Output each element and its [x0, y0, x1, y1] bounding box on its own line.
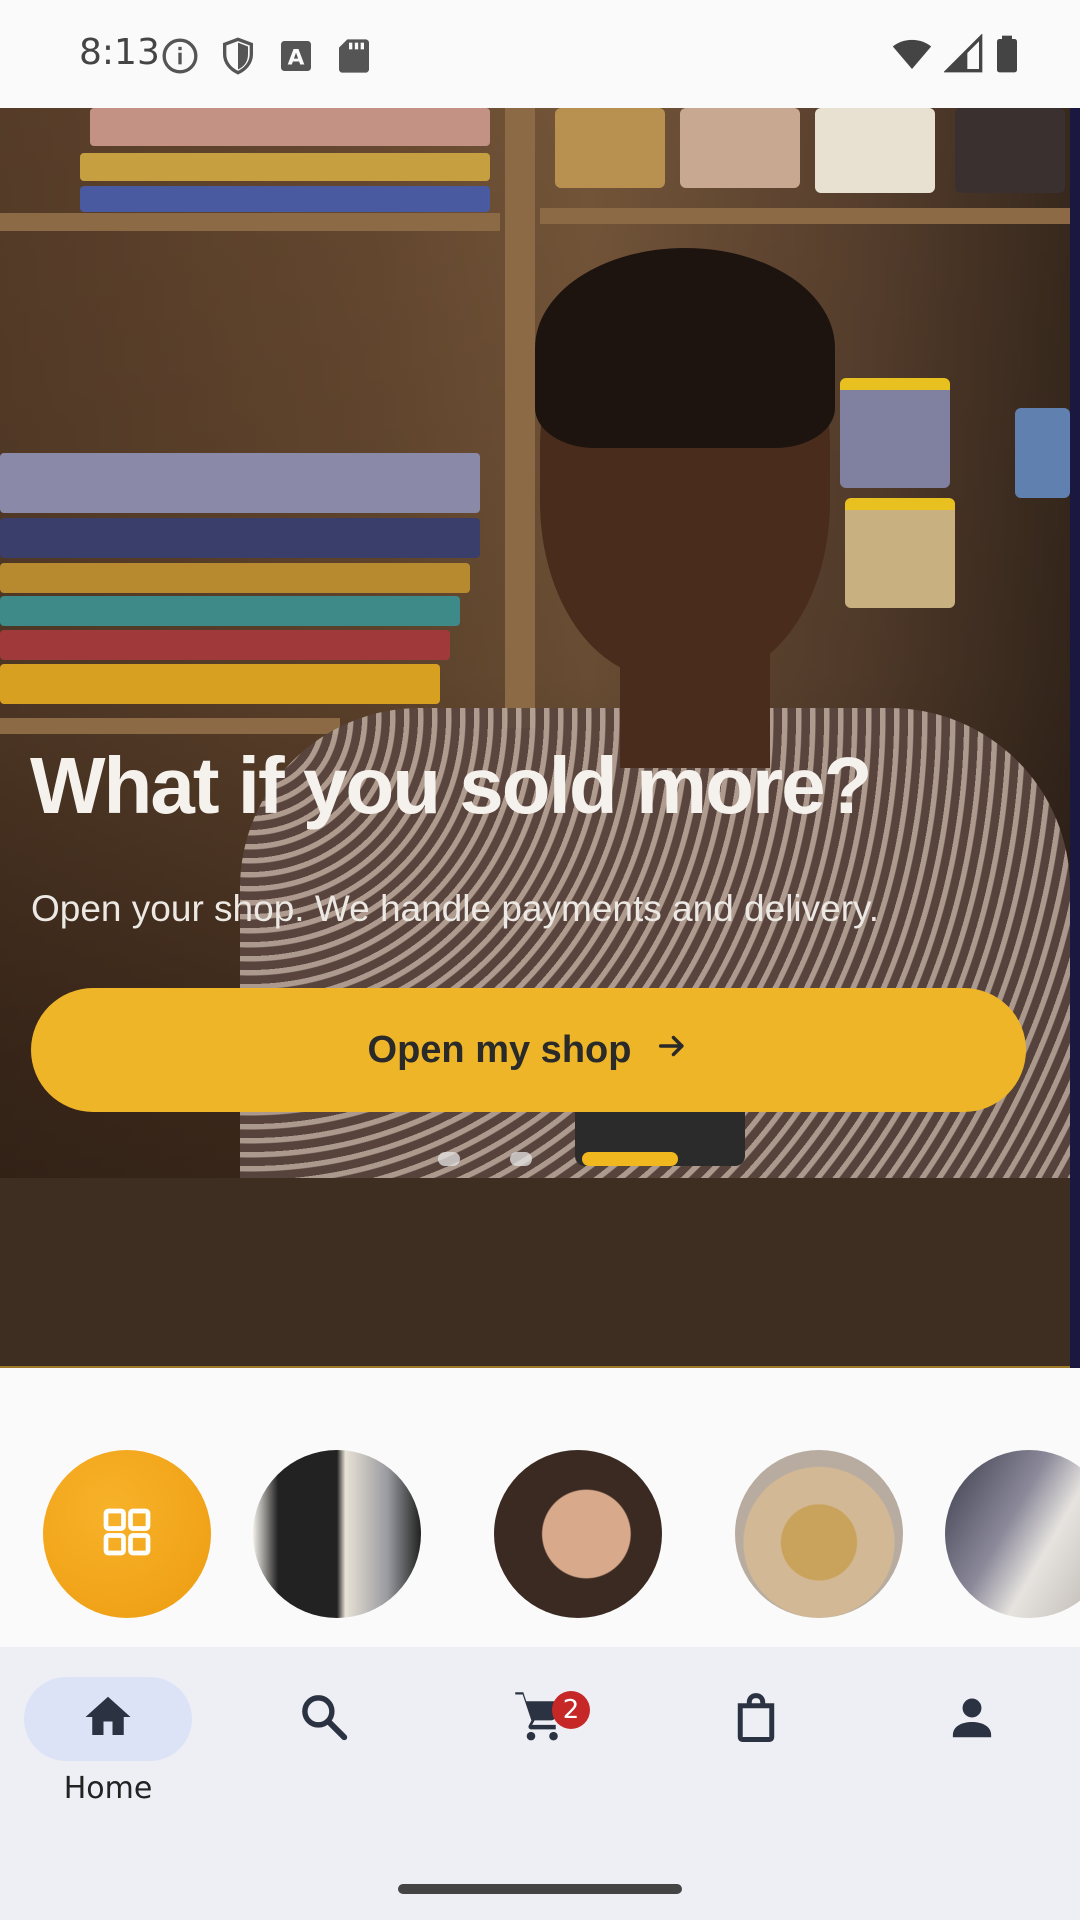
- hero-title: What if you sold more?: [30, 741, 872, 830]
- nav-home-label: Home: [63, 1771, 153, 1806]
- nav-search[interactable]: [240, 1677, 408, 1807]
- svg-text:A: A: [288, 45, 305, 70]
- bottom-navigation: Home 2: [0, 1647, 1080, 1920]
- counter: [0, 1178, 1070, 1368]
- fabric: [80, 186, 490, 212]
- category-necklaces[interactable]: [945, 1450, 1080, 1618]
- carousel-dot[interactable]: [438, 1152, 460, 1166]
- category-all[interactable]: [43, 1450, 211, 1618]
- open-shop-label: Open my shop: [367, 1028, 632, 1071]
- nav-profile[interactable]: [888, 1677, 1056, 1807]
- category-swimwear[interactable]: [253, 1450, 421, 1618]
- fabric: [80, 153, 490, 181]
- carousel-dot-active[interactable]: [582, 1152, 678, 1166]
- fabric: [90, 108, 490, 146]
- wifi-icon: [890, 34, 934, 78]
- shelf: [0, 213, 500, 231]
- nav-cart[interactable]: 2: [456, 1677, 624, 1807]
- fabric: [0, 664, 440, 704]
- category-earrings[interactable]: [494, 1450, 662, 1618]
- fabric: [0, 596, 460, 626]
- shield-icon: [218, 36, 258, 76]
- hero-subtitle: Open your shop. We handle payments and d…: [31, 888, 880, 929]
- shelf-post: [505, 108, 535, 728]
- search-icon: [297, 1690, 351, 1748]
- grid-icon: [99, 1504, 155, 1564]
- jar: [815, 108, 935, 193]
- fabric: [0, 630, 450, 660]
- person-icon: [945, 1690, 999, 1748]
- nav-cart-pill[interactable]: [456, 1677, 624, 1761]
- info-icon: [160, 36, 200, 76]
- jar: [555, 108, 665, 188]
- category-strip[interactable]: [0, 1450, 1080, 1620]
- cart-badge: 2: [552, 1691, 590, 1729]
- nav-profile-pill[interactable]: [888, 1677, 1056, 1761]
- text-a-icon: A: [276, 36, 316, 76]
- fabric: [0, 563, 470, 593]
- nav-home[interactable]: Home: [24, 1677, 192, 1807]
- carousel-dot[interactable]: [510, 1152, 532, 1166]
- home-indicator[interactable]: [398, 1884, 682, 1894]
- carousel-indicator[interactable]: [438, 1152, 678, 1166]
- jar: [840, 378, 950, 488]
- jar: [680, 108, 800, 188]
- nav-orders[interactable]: [672, 1677, 840, 1807]
- cellular-signal-icon: [943, 33, 984, 78]
- sd-card-icon: [334, 36, 374, 76]
- arrow-right-icon: [655, 1029, 689, 1072]
- person-hair: [535, 248, 835, 448]
- category-bracelets[interactable]: [735, 1450, 903, 1618]
- home-icon: [81, 1690, 135, 1748]
- hero-bottom-line: [0, 1366, 1070, 1368]
- nav-orders-pill[interactable]: [672, 1677, 840, 1761]
- open-shop-button[interactable]: Open my shop: [31, 988, 1026, 1112]
- status-bar: 8:13 A: [0, 0, 1080, 108]
- jar: [845, 498, 955, 608]
- shelf: [540, 208, 1070, 224]
- status-time: 8:13: [79, 32, 160, 73]
- shelf: [0, 718, 340, 734]
- jar: [955, 108, 1065, 193]
- hero-banner[interactable]: [0, 108, 1070, 1368]
- fabric: [0, 518, 480, 558]
- battery-icon: [994, 34, 1020, 78]
- nav-search-pill[interactable]: [240, 1677, 408, 1761]
- fabric: [0, 453, 480, 513]
- nav-home-pill[interactable]: [24, 1677, 192, 1761]
- jar: [1015, 408, 1070, 498]
- shopping-bag-icon: [729, 1690, 783, 1748]
- edge-strip: [1070, 108, 1080, 1368]
- status-right-icons: [890, 33, 1020, 78]
